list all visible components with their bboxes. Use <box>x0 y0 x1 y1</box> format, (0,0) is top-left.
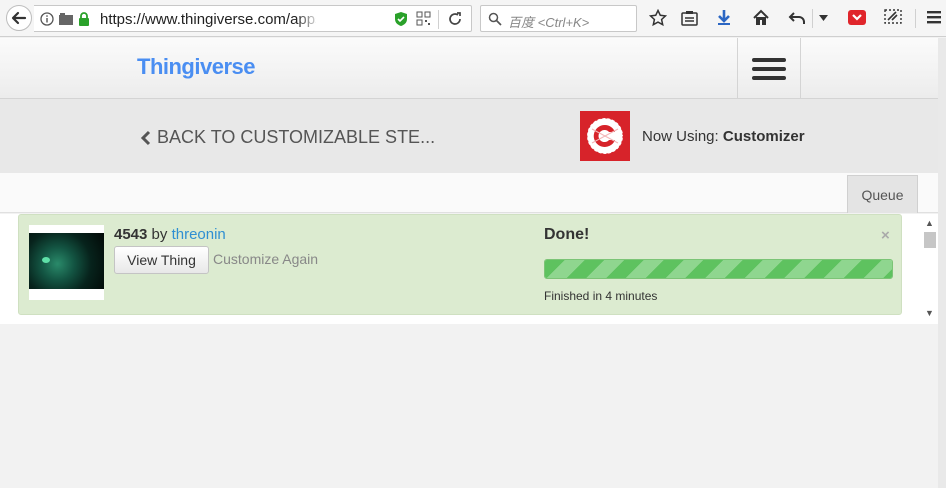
site-header: Thingiverse <box>0 38 938 99</box>
hamburger-icon <box>752 57 786 62</box>
lock-icon <box>79 12 89 26</box>
separator <box>915 9 916 28</box>
chevron-down-icon[interactable] <box>819 15 828 21</box>
customizer-logo-icon <box>586 117 624 155</box>
home-icon[interactable] <box>752 9 770 26</box>
search-icon <box>488 12 502 26</box>
url-main: https://www.thingiverse.com/apps/ <box>100 11 316 28</box>
separator <box>812 9 813 28</box>
download-icon[interactable] <box>716 9 732 26</box>
item-title: 4543 by threonin <box>114 226 226 243</box>
url-fade <box>296 8 320 30</box>
scroll-up-icon[interactable]: ▲ <box>925 218 934 228</box>
by-label: by <box>151 226 168 243</box>
queue-item: 4543 by threonin View Thing Customize Ag… <box>18 214 902 315</box>
queue-tab[interactable]: Queue <box>847 175 918 213</box>
save-to-pocket-icon[interactable] <box>847 9 867 26</box>
separator <box>438 10 439 29</box>
screenshot-icon[interactable] <box>884 9 902 26</box>
address-bar[interactable]: https://www.thingiverse.com/apps/custo <box>34 5 472 32</box>
window-scrollbar[interactable] <box>938 38 946 488</box>
progress-bar <box>544 259 893 279</box>
back-to-customizable-link[interactable]: BACK TO CUSTOMIZABLE STE... <box>140 127 435 148</box>
progress-fill <box>545 260 892 278</box>
status-label: Done! <box>544 226 590 243</box>
view-thing-button[interactable]: View Thing <box>114 246 209 274</box>
bookmark-star-icon[interactable] <box>649 9 667 27</box>
hamburger-icon <box>752 66 786 71</box>
thingiverse-logo[interactable]: Thingiverse <box>137 54 255 80</box>
close-icon[interactable]: × <box>881 227 890 244</box>
panel-scrollbar[interactable]: ▲ ▼ <box>922 214 938 324</box>
thumbnail-highlight <box>42 257 50 263</box>
search-placeholder: 百度 <Ctrl+K> <box>508 15 590 30</box>
user-link[interactable]: threonin <box>172 226 226 243</box>
reading-list-icon[interactable] <box>681 10 698 26</box>
thing-thumbnail[interactable] <box>29 225 104 300</box>
customizer-app-logo <box>580 111 630 161</box>
menu-icon[interactable] <box>926 10 942 25</box>
browser-back-button[interactable] <box>6 5 32 31</box>
app-name: Customizer <box>722 128 805 145</box>
now-using-text: Now Using: Customizer <box>642 128 805 145</box>
shield-icon[interactable] <box>394 11 408 27</box>
queue-panel: 4543 by threonin View Thing Customize Ag… <box>0 214 922 324</box>
hamburger-icon <box>752 75 786 80</box>
arrow-left-icon <box>11 11 27 25</box>
undo-icon[interactable] <box>788 9 806 26</box>
customize-again-link[interactable]: Customize Again <box>213 251 318 267</box>
app-bar: BACK TO CUSTOMIZABLE STE... Now Using: C… <box>0 99 938 173</box>
info-icon[interactable] <box>40 12 54 26</box>
queue-strip: Queue <box>0 173 938 213</box>
thumbnail-image <box>29 233 104 289</box>
now-using-label: Now Using: <box>642 128 719 145</box>
back-link-label: BACK TO CUSTOMIZABLE STE... <box>157 127 436 147</box>
browser-toolbar: https://www.thingiverse.com/apps/custo 百… <box>0 0 946 37</box>
reload-icon[interactable] <box>448 12 462 26</box>
scroll-down-icon[interactable]: ▼ <box>925 308 934 318</box>
page-icon <box>59 13 73 25</box>
scroll-thumb[interactable] <box>924 232 936 248</box>
search-bar[interactable]: 百度 <Ctrl+K> <box>480 5 637 32</box>
item-number[interactable]: 4543 <box>114 226 147 243</box>
url-text[interactable]: https://www.thingiverse.com/apps/custo <box>100 11 316 28</box>
finished-text: Finished in 4 minutes <box>544 289 658 303</box>
qr-code-icon[interactable] <box>416 11 431 26</box>
chevron-left-icon <box>140 130 151 145</box>
hamburger-menu-button[interactable] <box>737 38 801 99</box>
